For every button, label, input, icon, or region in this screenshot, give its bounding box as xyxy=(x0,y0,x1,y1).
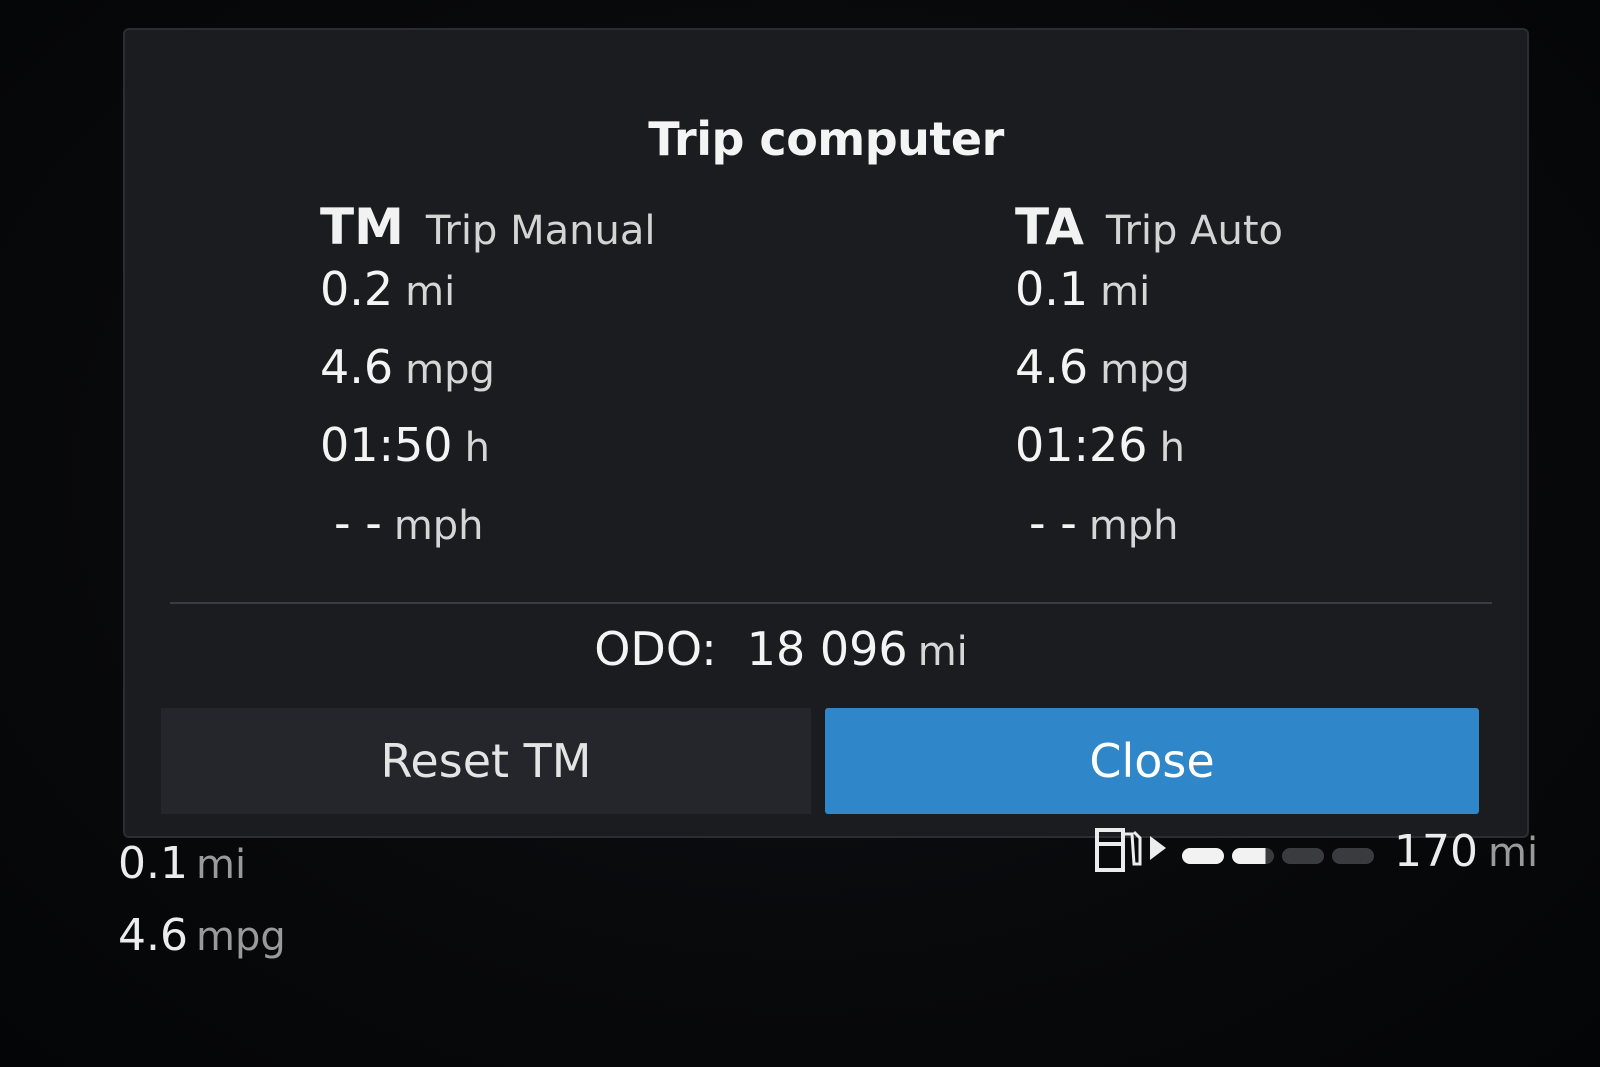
fuel-segment xyxy=(1232,848,1274,864)
cluster-distance-value: 0.1 xyxy=(118,838,188,889)
time-value: 01:50 xyxy=(320,418,453,472)
trip-auto-column: TA Trip Auto 0.1 mi 4.6 mpg 01:26 h - - … xyxy=(1015,198,1283,574)
fuel-segment xyxy=(1182,848,1224,864)
trip-auto-abbr: TA xyxy=(1015,198,1084,256)
reset-tm-button[interactable]: Reset TM xyxy=(161,708,811,814)
time-unit: h xyxy=(464,425,490,471)
cluster-trip-consumption: 4.6 mpg xyxy=(118,910,286,982)
trip-manual-abbr: TM xyxy=(320,198,404,256)
trip-manual-column: TM Trip Manual 0.2 mi 4.6 mpg 01:50 h - … xyxy=(320,198,655,574)
range-unit: mi xyxy=(1487,830,1539,876)
speed-unit: mph xyxy=(393,503,484,549)
trip-manual-header: TM Trip Manual xyxy=(320,198,655,262)
close-button[interactable]: Close xyxy=(825,708,1479,814)
driver-display: Trip computer TM Trip Manual 0.2 mi 4.6 … xyxy=(0,0,1600,1067)
trip-auto-header: TA Trip Auto xyxy=(1015,198,1283,262)
distance-value: 0.2 xyxy=(320,262,394,316)
consumption-value: 4.6 xyxy=(320,340,394,394)
speed-unit: mph xyxy=(1088,503,1179,549)
fuel-range: 170 mi xyxy=(1394,826,1538,877)
time-unit: h xyxy=(1159,425,1185,471)
cluster-trip-distance: 0.1 mi xyxy=(118,838,286,910)
range-value: 170 xyxy=(1394,826,1478,877)
fuel-segment xyxy=(1332,848,1374,864)
trip-manual-time: 01:50 h xyxy=(320,418,655,496)
distance-value: 0.1 xyxy=(1015,262,1089,316)
consumption-unit: mpg xyxy=(1100,347,1190,393)
trip-auto-consumption: 4.6 mpg xyxy=(1015,340,1283,418)
distance-unit: mi xyxy=(405,269,456,315)
consumption-unit: mpg xyxy=(405,347,495,393)
trip-manual-speed: - - mph xyxy=(320,496,655,574)
trip-auto-distance: 0.1 mi xyxy=(1015,262,1283,340)
odometer: ODO: 18 096 mi xyxy=(125,622,1437,676)
trip-auto-time: 01:26 h xyxy=(1015,418,1283,496)
fuel-segment xyxy=(1282,848,1324,864)
cluster-consumption-unit: mpg xyxy=(195,914,286,960)
speed-value: - - xyxy=(1029,496,1077,550)
fuel-pump-icon xyxy=(1094,824,1168,880)
distance-unit: mi xyxy=(1100,269,1151,315)
divider xyxy=(170,602,1492,604)
odometer-value: 18 096 xyxy=(746,622,908,676)
trip-manual-distance: 0.2 mi xyxy=(320,262,655,340)
odometer-label: ODO: xyxy=(594,622,717,676)
trip-manual-consumption: 4.6 mpg xyxy=(320,340,655,418)
odometer-unit: mi xyxy=(917,629,968,675)
cluster-trip-readout: 0.1 mi 4.6 mpg xyxy=(118,838,286,982)
fuel-level-bar xyxy=(1182,848,1374,864)
cluster-distance-unit: mi xyxy=(195,842,247,888)
cluster-consumption-value: 4.6 xyxy=(118,910,188,961)
dialog-title: Trip computer xyxy=(648,112,1004,166)
time-value: 01:26 xyxy=(1015,418,1148,472)
speed-value: - - xyxy=(334,496,382,550)
trip-manual-label: Trip Manual xyxy=(425,208,656,254)
fuel-gauge: 170 mi xyxy=(1094,820,1554,880)
trip-auto-label: Trip Auto xyxy=(1105,208,1284,254)
consumption-value: 4.6 xyxy=(1015,340,1089,394)
trip-computer-dialog: Trip computer TM Trip Manual 0.2 mi 4.6 … xyxy=(123,28,1529,838)
trip-auto-speed: - - mph xyxy=(1015,496,1283,574)
